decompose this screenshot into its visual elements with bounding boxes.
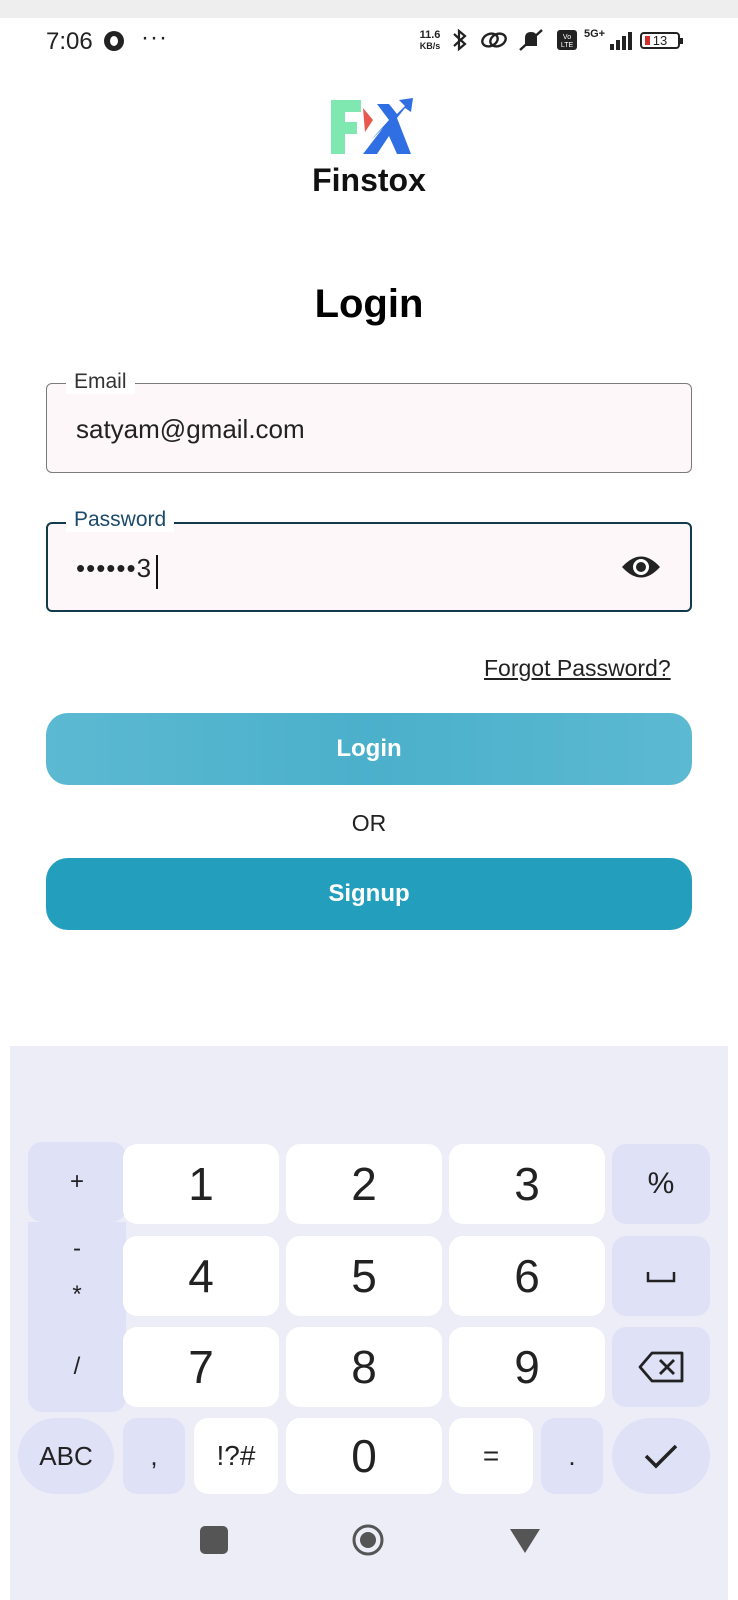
- numeric-keyboard: + - * / 1 2 3 % 4 5 6 7 8 9 ABC , !?# 0 …: [10, 1046, 728, 1600]
- email-label: Email: [66, 370, 135, 394]
- signal-icon: [610, 32, 636, 50]
- key-3[interactable]: 3: [449, 1144, 605, 1224]
- battery-icon: 13: [640, 32, 683, 49]
- whatsapp-notification-icon: [104, 31, 124, 51]
- equals-key[interactable]: =: [449, 1418, 533, 1494]
- key-plus[interactable]: +: [28, 1142, 126, 1222]
- link-icon: [480, 28, 508, 52]
- key-5[interactable]: 5: [286, 1236, 442, 1316]
- space-icon: [646, 1272, 676, 1283]
- forgot-password-link[interactable]: Forgot Password?: [484, 655, 671, 682]
- done-key[interactable]: [612, 1418, 710, 1494]
- bluetooth-icon: [450, 28, 470, 52]
- abc-key[interactable]: ABC: [18, 1418, 114, 1494]
- more-notifications-icon: ···: [141, 24, 168, 51]
- key-0[interactable]: 0: [286, 1418, 442, 1494]
- back-icon[interactable]: [509, 1528, 541, 1554]
- key-2[interactable]: 2: [286, 1144, 442, 1224]
- period-key[interactable]: .: [541, 1418, 603, 1494]
- show-password-eye-icon[interactable]: [620, 552, 662, 582]
- key-divide[interactable]: /: [28, 1322, 126, 1412]
- key-multiply-label: *: [72, 1281, 82, 1308]
- or-separator: OR: [351, 810, 387, 836]
- password-label: Password: [66, 508, 175, 532]
- finstox-logo-icon: [327, 96, 413, 158]
- top-strip: [0, 0, 738, 18]
- login-button[interactable]: Login: [46, 713, 692, 785]
- key-4[interactable]: 4: [123, 1236, 279, 1316]
- key-minus-label: -: [73, 1235, 81, 1262]
- signup-button[interactable]: Signup: [46, 858, 692, 930]
- symbols-key[interactable]: !?#: [194, 1418, 278, 1494]
- key-1[interactable]: 1: [123, 1144, 279, 1224]
- recent-apps-icon[interactable]: [200, 1526, 228, 1554]
- key-percent[interactable]: %: [612, 1144, 710, 1224]
- key-9[interactable]: 9: [449, 1327, 605, 1407]
- text-cursor: [156, 555, 158, 589]
- home-icon[interactable]: [352, 1524, 384, 1556]
- backspace-icon: [638, 1351, 684, 1383]
- page-title: Login: [314, 282, 424, 326]
- status-time: 7:06: [46, 28, 93, 55]
- check-icon: [644, 1444, 678, 1469]
- key-7[interactable]: 7: [123, 1327, 279, 1407]
- net-speed-unit: KB/s: [419, 41, 441, 51]
- net-speed: 11.6 KB/s: [416, 30, 444, 52]
- key-8[interactable]: 8: [286, 1327, 442, 1407]
- volte-icon: Vo LTE: [556, 28, 578, 52]
- password-value: ••••••3: [76, 553, 153, 583]
- key-minus-multiply[interactable]: - *: [28, 1222, 126, 1322]
- battery-level: 13: [652, 33, 668, 48]
- backspace-key[interactable]: [612, 1327, 710, 1407]
- svg-text:Vo: Vo: [563, 34, 571, 41]
- navigation-bar: [0, 1524, 738, 1600]
- space-key[interactable]: [612, 1236, 710, 1316]
- comma-key[interactable]: ,: [123, 1418, 185, 1494]
- svg-text:LTE: LTE: [561, 42, 574, 49]
- mute-vibrate-icon: [516, 28, 546, 52]
- brand-name: Finstox: [312, 162, 426, 198]
- email-value: satyam@gmail.com: [76, 414, 305, 444]
- key-6[interactable]: 6: [449, 1236, 605, 1316]
- network-type: 5G+: [584, 28, 606, 40]
- net-speed-value: 11.6: [419, 29, 441, 41]
